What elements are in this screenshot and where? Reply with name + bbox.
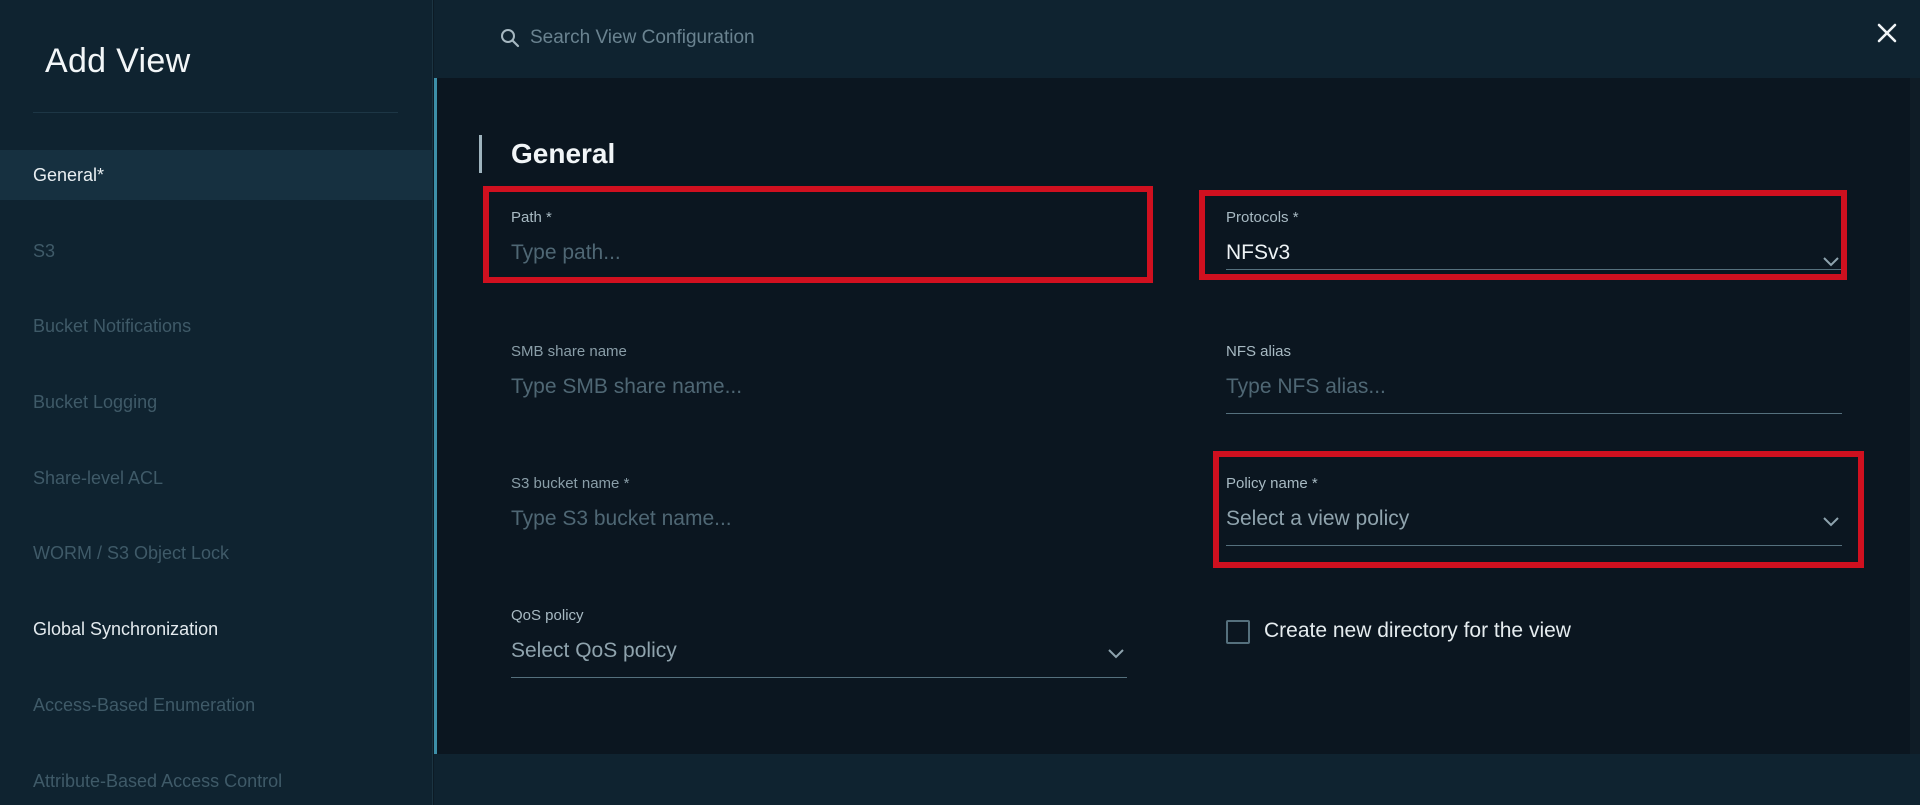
nfs-alias-field[interactable]: NFS alias Type NFS alias... xyxy=(1226,343,1842,414)
sidebar-item-access-based-enumeration: Access-Based Enumeration xyxy=(33,694,256,715)
sidebar-item-general[interactable]: General* xyxy=(0,150,433,200)
path-input[interactable]: Type path... xyxy=(511,241,1127,269)
protocols-underline xyxy=(1226,269,1842,270)
policy-name-label: Policy name * xyxy=(1226,475,1318,492)
sidebar: Add View General* S3 Bucket Notification… xyxy=(0,0,433,805)
protocols-select[interactable]: NFSv3 xyxy=(1226,241,1842,269)
section-title: General xyxy=(511,138,616,169)
nfs-alias-underline xyxy=(1226,413,1842,414)
search-input[interactable]: Search View Configuration xyxy=(530,27,755,49)
nfs-alias-label: NFS alias xyxy=(1226,343,1292,360)
sidebar-item-share-level-acl: Share-level ACL xyxy=(33,467,164,488)
chevron-down-icon[interactable] xyxy=(1822,515,1840,527)
smb-share-name-input[interactable]: Type SMB share name... xyxy=(511,375,1127,403)
s3-bucket-name-input[interactable]: Type S3 bucket name... xyxy=(511,507,1127,535)
create-directory-checkbox[interactable] xyxy=(1226,620,1250,644)
nfs-alias-input[interactable]: Type NFS alias... xyxy=(1226,375,1842,403)
s3-bucket-name-label: S3 bucket name * xyxy=(511,475,630,492)
protocols-field[interactable]: Protocols * NFSv3 xyxy=(1226,209,1842,270)
path-label: Path * xyxy=(511,209,552,226)
sidebar-item-bucket-logging: Bucket Logging xyxy=(33,392,158,413)
scrollbar[interactable] xyxy=(1910,78,1920,754)
s3-bucket-name-field[interactable]: S3 bucket name * Type S3 bucket name... xyxy=(511,475,1127,535)
sidebar-item-attribute-based-access-control: Attribute-Based Access Control xyxy=(33,770,283,791)
smb-share-name-label: SMB share name xyxy=(511,343,627,360)
chevron-down-icon[interactable] xyxy=(1107,647,1125,659)
search-icon xyxy=(501,29,520,48)
policy-name-field[interactable]: Policy name * Select a view policy xyxy=(1226,475,1842,546)
smb-share-name-field[interactable]: SMB share name Type SMB share name... xyxy=(511,343,1127,403)
search-bar[interactable]: Search View Configuration xyxy=(434,0,1920,78)
qos-policy-select[interactable]: Select QoS policy xyxy=(511,639,1127,667)
create-directory-label[interactable]: Create new directory for the view xyxy=(1264,619,1571,643)
sidebar-title: Add View xyxy=(45,42,191,80)
close-icon[interactable] xyxy=(1872,18,1902,48)
sidebar-nav: General* S3 Bucket Notifications Bucket … xyxy=(0,150,433,805)
sidebar-item-global-synchronization[interactable]: Global Synchronization xyxy=(0,604,433,654)
qos-policy-underline xyxy=(511,677,1127,678)
path-field[interactable]: Path * Type path... xyxy=(511,209,1127,269)
chevron-down-icon[interactable] xyxy=(1822,255,1840,267)
sidebar-item-s3: S3 xyxy=(33,240,56,261)
qos-policy-field[interactable]: QoS policy Select QoS policy xyxy=(511,607,1127,678)
footer-bar xyxy=(434,754,1920,805)
section-marker xyxy=(479,135,482,173)
protocols-label: Protocols * xyxy=(1226,209,1299,226)
sidebar-divider xyxy=(33,112,398,113)
policy-name-underline xyxy=(1226,545,1842,546)
sidebar-item-bucket-notifications: Bucket Notifications xyxy=(33,316,192,337)
sidebar-item-worm-s3-object-lock: WORM / S3 Object Lock xyxy=(33,543,230,564)
panel-accent-line xyxy=(434,78,437,754)
qos-policy-label: QoS policy xyxy=(511,607,584,624)
policy-name-select[interactable]: Select a view policy xyxy=(1226,507,1842,535)
